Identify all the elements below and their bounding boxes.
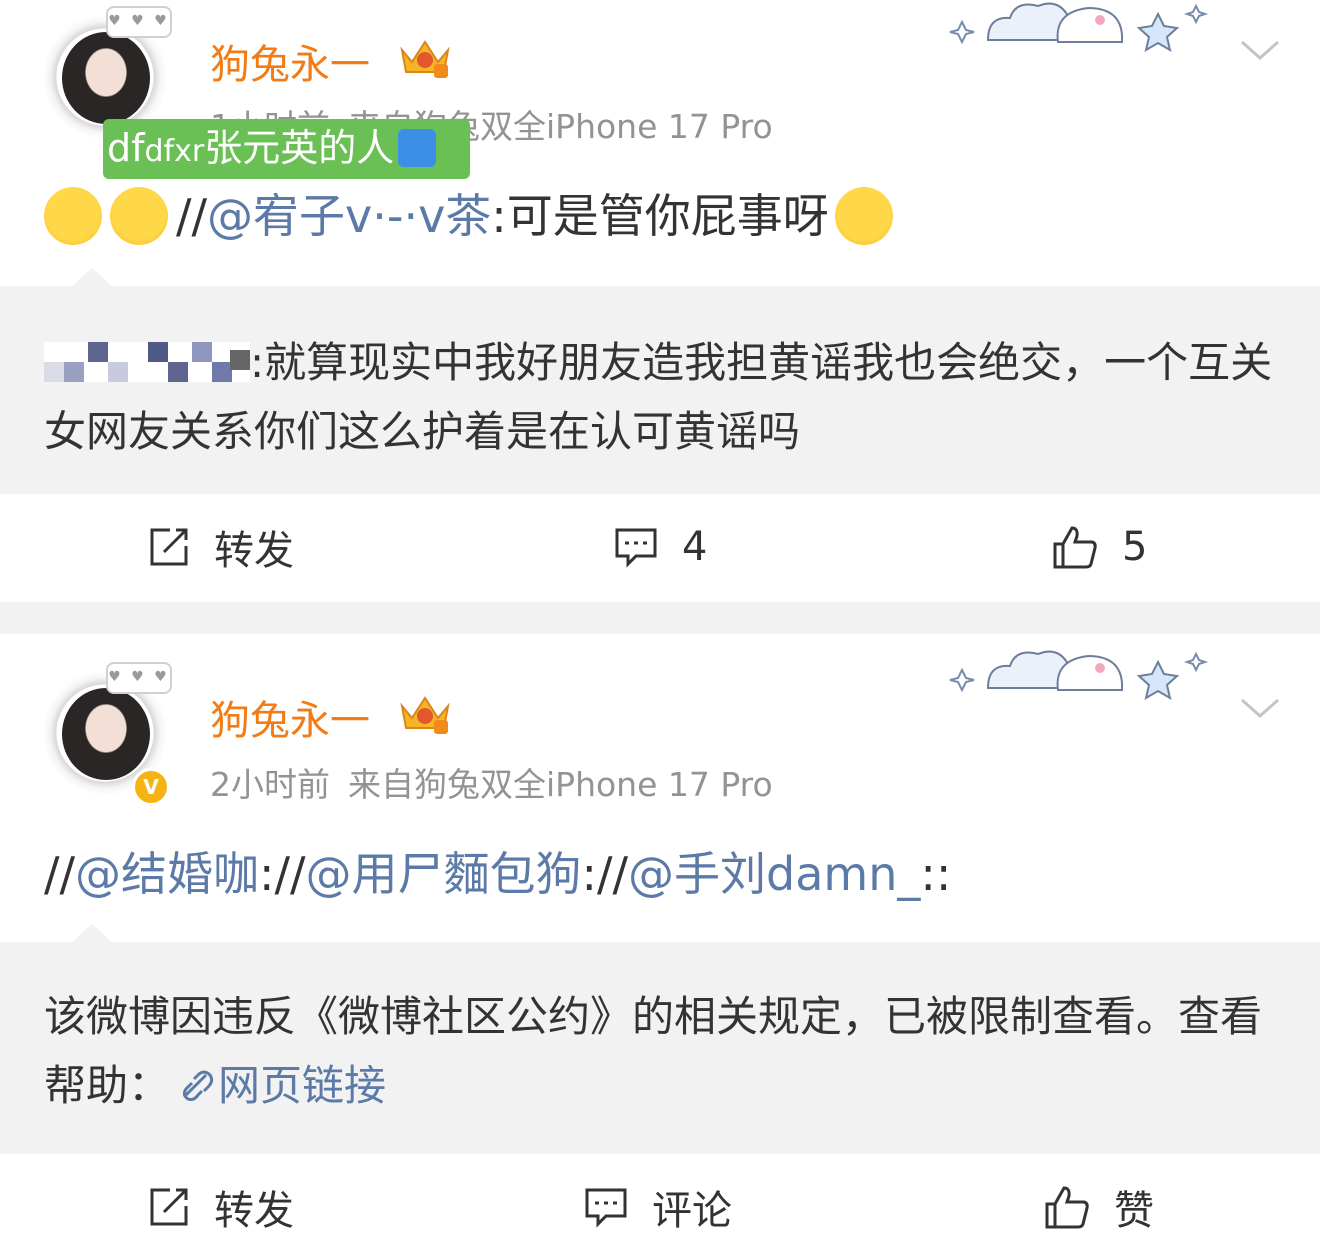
post-source[interactable]: 来自狗兔双全iPhone 17 Pro xyxy=(348,765,773,804)
repost-button[interactable]: 转发 xyxy=(148,494,294,600)
blurred-username xyxy=(44,341,250,382)
weibo-post-2: ♥ ♥ ♥ V 狗兔永一 2小时前 来自狗兔双全iPhone 17 Pro //@… xyxy=(0,634,1320,1257)
web-link[interactable]: 网页链接 xyxy=(218,1061,386,1110)
cloud-cat-decoration-icon xyxy=(949,2,1209,53)
download-arrow-icon xyxy=(398,128,437,167)
repost-icon xyxy=(150,528,188,566)
comment-icon xyxy=(615,528,657,568)
avatar[interactable]: ♥ ♥ ♥ V xyxy=(36,662,176,806)
link-icon xyxy=(182,1070,214,1101)
username[interactable]: 狗兔永一 xyxy=(210,32,370,90)
crying-laughing-emoji-icon xyxy=(110,186,168,245)
mention-link[interactable]: @结婚咖 xyxy=(75,847,259,901)
comment-button[interactable]: 4 xyxy=(614,494,707,600)
verified-icon: V xyxy=(132,768,170,806)
chevron-down-icon[interactable] xyxy=(1240,696,1280,720)
post-time: 2小时前 xyxy=(210,765,330,804)
username[interactable]: 狗兔永一 xyxy=(210,688,370,746)
post-content: //@宥子v·-·v茶:可是管你屁事呀 xyxy=(44,180,901,249)
like-count: 5 xyxy=(1122,524,1148,570)
like-icon xyxy=(1053,526,1097,569)
crown-badge-icon xyxy=(400,40,450,78)
post-content: //@结婚咖://@用尸麵包狗://@手刘damn_:: xyxy=(44,847,952,901)
comment-count: 4 xyxy=(682,524,708,570)
repost-block[interactable]: :就算现实中我好朋友造我担黄谣我也会绝交，一个互关女网友关系你们这么护着是在认可… xyxy=(0,268,1320,494)
eye-roll-emoji-icon xyxy=(834,186,893,245)
mention-link[interactable]: @手刘damn_ xyxy=(628,847,920,901)
repost-button[interactable]: 转发 xyxy=(148,1154,294,1260)
overlay-label: dfdfxr张元英的人 xyxy=(103,119,470,179)
mention-link[interactable]: @用尸麵包狗 xyxy=(306,847,582,901)
post-meta: 2小时前 来自狗兔双全iPhone 17 Pro xyxy=(210,758,773,806)
action-bar: 转发 4 5 xyxy=(0,494,1320,600)
avatar-bubble: ♥ ♥ ♥ xyxy=(106,662,172,694)
post-divider xyxy=(0,602,1320,634)
comment-icon xyxy=(585,1188,627,1228)
weibo-post-1: ♥ ♥ ♥ 狗兔永一 1小时前来自狗兔双全iPhone 17 Pro dfdfx… xyxy=(0,0,1320,602)
repost-block[interactable]: 该微博因违反《微博社区公约》的相关规定，已被限制查看。查看帮助： 网页链接 xyxy=(0,924,1320,1154)
repost-icon xyxy=(150,1188,188,1226)
cloud-cat-decoration-icon xyxy=(949,650,1209,701)
like-icon xyxy=(1045,1186,1089,1229)
action-bar: 转发 评论 赞 xyxy=(0,1154,1320,1260)
avatar-bubble: ♥ ♥ ♥ xyxy=(106,6,172,38)
laughing-tears-emoji-icon xyxy=(44,186,102,245)
chevron-down-icon[interactable] xyxy=(1240,38,1280,62)
mention-link[interactable]: @宥子v·-·v茶 xyxy=(207,189,491,243)
crown-badge-icon xyxy=(400,696,450,734)
comment-button[interactable]: 评论 xyxy=(584,1154,732,1260)
like-button[interactable]: 赞 xyxy=(1044,1154,1154,1260)
like-button[interactable]: 5 xyxy=(1052,494,1147,600)
